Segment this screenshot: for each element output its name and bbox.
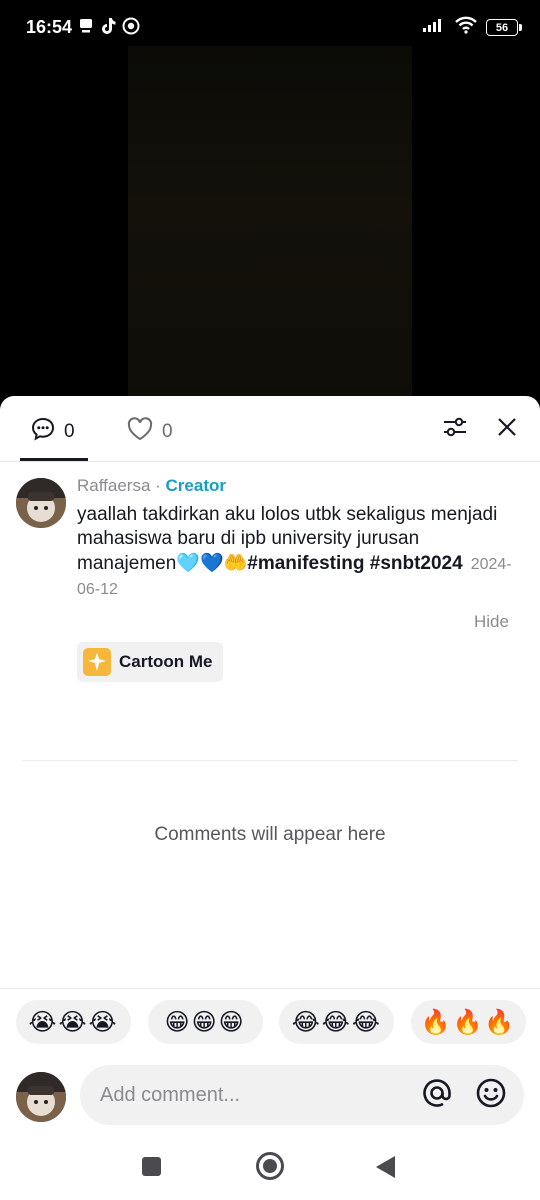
caption-divider <box>22 760 518 761</box>
comment-input[interactable] <box>100 1065 400 1125</box>
filter-button[interactable] <box>440 414 470 444</box>
notification-icon <box>78 18 94 39</box>
recents-button[interactable] <box>142 1157 161 1176</box>
status-left-icons <box>78 17 140 40</box>
comments-count: 0 <box>64 421 75 442</box>
hide-caption-button[interactable]: Hide <box>474 612 509 632</box>
sliders-icon <box>442 414 468 445</box>
effect-chip[interactable]: Cartoon Me <box>77 642 223 682</box>
quick-reactions-bar: 😭😭😭 😁😁😁 😂😂😂 🔥🔥🔥 <box>16 1000 526 1044</box>
hashtag-manifesting[interactable]: #manifesting <box>247 553 364 574</box>
effect-label: Cartoon Me <box>119 652 213 671</box>
signal-icon <box>422 17 446 38</box>
emoji-button[interactable] <box>474 1078 508 1112</box>
status-right-icons: 56 <box>422 16 522 39</box>
system-nav-bar <box>0 1142 540 1200</box>
quick-reaction-grin[interactable]: 😁😁😁 <box>147 1000 263 1044</box>
cast-icon <box>122 17 140 40</box>
creator-avatar[interactable] <box>16 478 66 528</box>
name-separator: · <box>150 476 166 495</box>
quick-reaction-crying[interactable]: 😭😭😭 <box>16 1000 131 1044</box>
active-tab-indicator <box>20 458 88 461</box>
user-avatar[interactable] <box>16 1072 66 1122</box>
sparkle-effect-icon <box>83 648 111 676</box>
quick-reaction-laugh[interactable]: 😂😂😂 <box>279 1000 395 1044</box>
sheet-tabs: 0 0 <box>0 396 540 462</box>
tab-comments[interactable]: 0 <box>30 416 75 448</box>
video-player[interactable] <box>0 46 540 406</box>
caption-header: Raffaersa · Creator <box>77 476 517 496</box>
comments-sheet: 0 0 Raffaersa · Creator yaallah takdirka… <box>0 396 540 1200</box>
quick-reaction-fire[interactable]: 🔥🔥🔥 <box>410 1000 526 1044</box>
quick-reactions-divider <box>0 988 540 989</box>
mention-button[interactable] <box>420 1078 454 1112</box>
home-dot-icon <box>263 1159 277 1173</box>
comment-bubble-icon <box>30 416 56 448</box>
smiley-icon <box>475 1077 507 1114</box>
caption-emojis: 🩵💙🤲 <box>176 552 248 574</box>
at-sign-icon <box>421 1077 453 1114</box>
close-icon <box>496 416 518 443</box>
back-button[interactable] <box>376 1156 395 1178</box>
home-button[interactable] <box>256 1152 284 1180</box>
likes-count: 0 <box>162 421 173 442</box>
video-frame <box>128 46 412 406</box>
wifi-icon <box>454 16 478 39</box>
caption-text: yaallah takdirkan aku lolos utbk sekalig… <box>77 503 517 602</box>
battery-icon: 56 <box>486 19 522 36</box>
caption-body: Raffaersa · Creator yaallah takdirkan ak… <box>77 476 517 602</box>
tiktok-icon <box>100 17 116 40</box>
close-button[interactable] <box>492 414 522 444</box>
status-time: 16:54 <box>26 17 73 37</box>
tab-likes[interactable]: 0 <box>126 416 173 448</box>
comment-input-container <box>80 1065 524 1125</box>
heart-icon <box>126 416 154 448</box>
creator-username[interactable]: Raffaersa <box>77 476 150 495</box>
hashtag-snbt2024[interactable]: #snbt2024 <box>370 553 463 574</box>
creator-badge: Creator <box>165 476 226 495</box>
empty-comments-message: Comments will appear here <box>154 824 386 845</box>
